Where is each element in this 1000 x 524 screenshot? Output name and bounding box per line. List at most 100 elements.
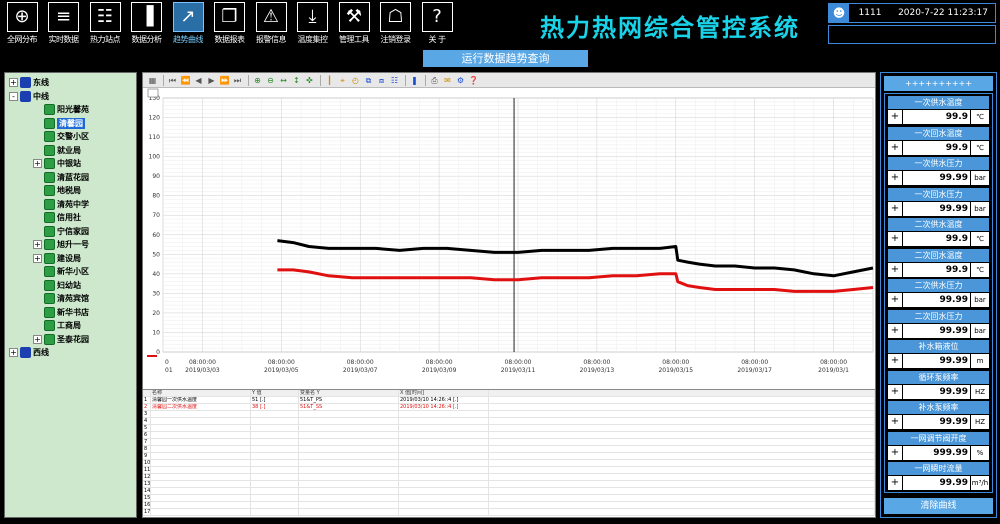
- tree-item[interactable]: 阳光馨苑: [33, 103, 89, 116]
- help-chart-icon[interactable]: ❓: [468, 75, 479, 86]
- next-icon[interactable]: ▶: [206, 75, 217, 86]
- table-row[interactable]: 13: [143, 481, 875, 488]
- add-curve-button[interactable]: +: [888, 445, 902, 460]
- nav-button-folder[interactable]: ❐ 数据报表: [210, 2, 250, 45]
- nav-button-tools[interactable]: ⚒ 管理工具: [334, 2, 374, 45]
- table-row[interactable]: 11: [143, 467, 875, 474]
- collapse-icon[interactable]: -: [9, 91, 18, 101]
- tree-item[interactable]: 清蓝花园: [33, 171, 89, 184]
- add-curve-button[interactable]: +: [888, 232, 902, 246]
- export-icon[interactable]: ✉: [442, 75, 453, 86]
- user-icon[interactable]: ☻: [829, 4, 849, 22]
- nav-button-bar-chart[interactable]: ▐ 数据分析: [127, 2, 167, 45]
- pan-icon[interactable]: ✜: [304, 75, 315, 86]
- expand-icon[interactable]: +: [9, 78, 18, 87]
- zoom-x-icon[interactable]: ↔: [278, 75, 289, 86]
- first-icon[interactable]: ⏮: [167, 75, 178, 86]
- next-fast-icon[interactable]: ⏩: [219, 75, 230, 86]
- nav-button-lock[interactable]: ☖ 注销登录: [376, 2, 416, 45]
- cursor-icon[interactable]: ⌖: [337, 75, 348, 86]
- tree-item[interactable]: 新华小区: [33, 265, 89, 278]
- table-row[interactable]: 1 清馨园一次供水温度 51 [.] 51&T_PS 2019/03/10 14:26:…: [143, 397, 875, 404]
- add-curve-button[interactable]: +: [888, 140, 902, 155]
- expand-icon[interactable]: +: [33, 240, 42, 249]
- tree-item[interactable]: 交警小区: [33, 130, 89, 143]
- parameter-label: 一网瞬时流量: [888, 462, 989, 475]
- nav-button-network[interactable]: ☷ 热力站点: [85, 2, 125, 45]
- print-icon[interactable]: ⎙: [429, 75, 440, 86]
- nav-button-trend[interactable]: ↗ 趋势曲线: [168, 2, 208, 45]
- last-icon[interactable]: ⏭: [232, 75, 243, 86]
- expand-icon[interactable]: +: [33, 159, 42, 168]
- zoom-out-icon[interactable]: ⊖: [265, 75, 276, 86]
- add-curve-button[interactable]: +: [888, 201, 902, 216]
- copy-icon[interactable]: ⧉: [363, 75, 374, 86]
- table-row[interactable]: 7: [143, 439, 875, 446]
- table-icon[interactable]: ☷: [389, 75, 400, 86]
- table-row[interactable]: 16: [143, 502, 875, 509]
- tree-item[interactable]: 新华书店: [33, 306, 89, 319]
- add-curve-button[interactable]: +: [888, 110, 902, 124]
- add-curve-button[interactable]: +: [888, 476, 902, 490]
- add-curve-button[interactable]: +: [888, 323, 902, 338]
- add-curve-button[interactable]: +: [888, 415, 902, 429]
- tree-item[interactable]: - 中线: [9, 90, 49, 103]
- tree-item[interactable]: 清馨园: [33, 117, 85, 130]
- table-cell: [151, 446, 251, 453]
- expand-icon[interactable]: +: [33, 334, 42, 344]
- table-row[interactable]: 15: [143, 495, 875, 502]
- paste-icon[interactable]: ⧈: [376, 75, 387, 86]
- tree-item[interactable]: 清苑中学: [33, 198, 89, 211]
- table-row[interactable]: 3: [143, 411, 875, 418]
- table-row[interactable]: 2 清馨园二次供水温度 38 [.] 51&T_SS 2019/03/10 14:26:…: [143, 404, 875, 411]
- trend-chart[interactable]: 010203040506070809010011012013000108:00:…: [143, 88, 875, 388]
- prev-icon[interactable]: ◀: [193, 75, 204, 86]
- nav-button-download[interactable]: ⤓ 温度集控: [293, 2, 333, 45]
- add-curve-button[interactable]: +: [888, 262, 902, 277]
- table-row[interactable]: 6: [143, 432, 875, 439]
- table-row[interactable]: 8: [143, 446, 875, 453]
- table-row[interactable]: 14: [143, 488, 875, 495]
- expand-icon[interactable]: +: [9, 348, 18, 357]
- pause-icon[interactable]: ❚: [409, 75, 420, 86]
- tree-item[interactable]: + 建设局: [33, 252, 81, 265]
- grid-icon[interactable]: ▦: [147, 75, 158, 86]
- tree-item[interactable]: 妇幼站: [33, 279, 81, 292]
- table-row[interactable]: 10: [143, 460, 875, 467]
- x-tick-label: 08:00:00: [189, 359, 216, 366]
- add-curve-button[interactable]: +: [888, 293, 902, 307]
- ruler-icon[interactable]: ┃: [324, 75, 335, 86]
- table-row[interactable]: 9: [143, 453, 875, 460]
- nav-button-document[interactable]: ≡ 实时数据: [44, 2, 84, 45]
- tree-item[interactable]: + 中银站: [33, 157, 81, 170]
- tree-item[interactable]: 宁信家园: [33, 225, 89, 238]
- tree-item[interactable]: + 西线: [9, 346, 49, 359]
- zoom-in-icon[interactable]: ⊕: [252, 75, 263, 86]
- add-curve-button[interactable]: +: [888, 384, 902, 399]
- add-curve-button[interactable]: +: [888, 354, 902, 368]
- table-cell: [399, 425, 489, 432]
- nav-button-warning[interactable]: ⚠ 报警信息: [251, 2, 291, 45]
- clear-curves-button[interactable]: 清除曲线: [884, 498, 993, 514]
- expand-icon[interactable]: +: [33, 253, 42, 263]
- nav-button-globe[interactable]: ⊕ 全网分布: [2, 2, 42, 45]
- clock-icon[interactable]: ◴: [350, 75, 361, 86]
- add-curve-button[interactable]: +: [888, 171, 902, 185]
- table-row[interactable]: 4: [143, 418, 875, 425]
- config-icon[interactable]: ⚙: [455, 75, 466, 86]
- zoom-y-icon[interactable]: ↕: [291, 75, 302, 86]
- tree-item[interactable]: + 圣泰花园: [33, 333, 89, 346]
- nav-button-help[interactable]: ? 关 于: [417, 2, 457, 45]
- tree-item[interactable]: 工商局: [33, 319, 81, 332]
- tree-item[interactable]: 清苑宾馆: [33, 292, 89, 305]
- tree-item[interactable]: 地税局: [33, 184, 81, 197]
- table-row[interactable]: 5: [143, 425, 875, 432]
- table-row[interactable]: 17: [143, 509, 875, 516]
- tree-item[interactable]: + 东线: [9, 76, 49, 89]
- tree-item[interactable]: + 旭升一号: [33, 238, 89, 251]
- tree-item[interactable]: 信用社: [33, 211, 81, 224]
- table-row[interactable]: 12: [143, 474, 875, 481]
- prev-fast-icon[interactable]: ⏪: [180, 75, 191, 86]
- table-cell: [151, 488, 251, 495]
- tree-item[interactable]: 就业局: [33, 144, 81, 157]
